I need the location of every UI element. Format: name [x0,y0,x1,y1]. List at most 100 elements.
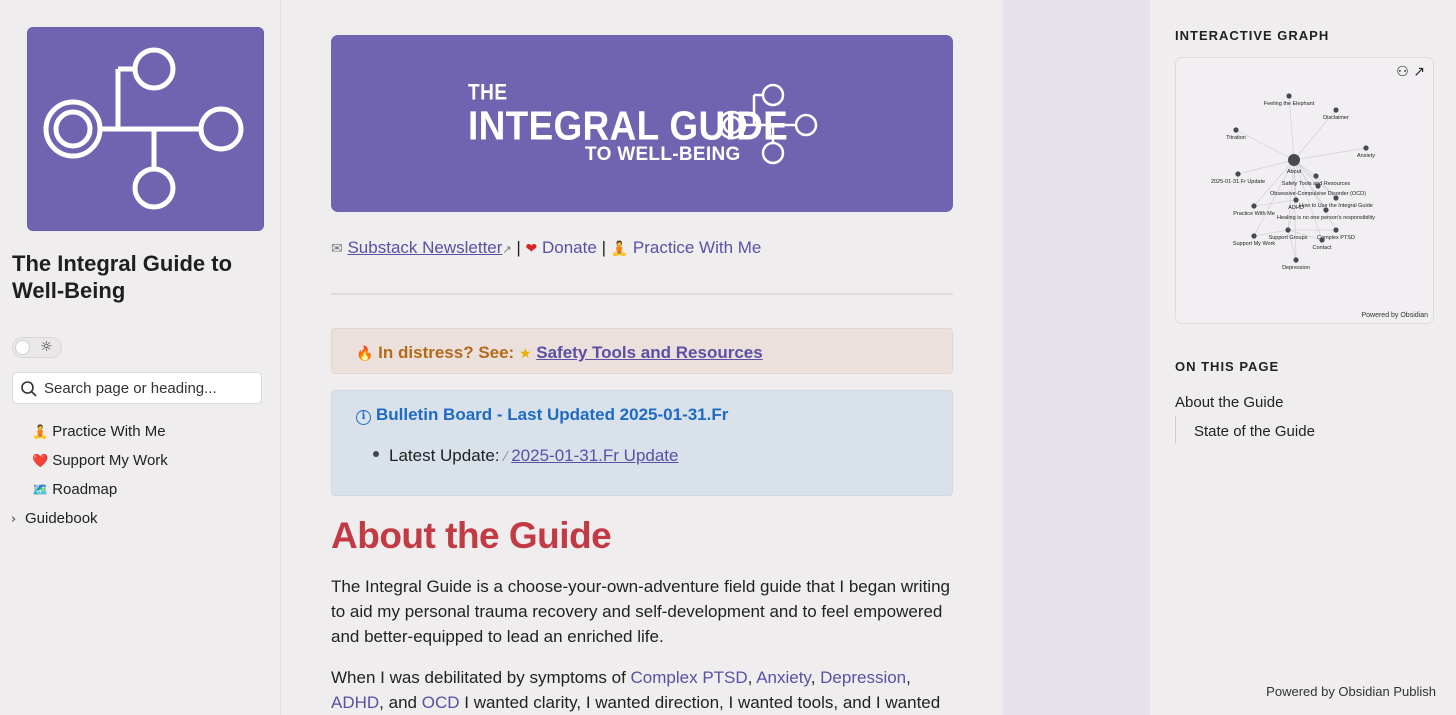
folder-label: Guidebook [25,510,98,527]
adhd-link[interactable]: ADHD [331,693,379,712]
sidebar-item-support[interactable]: ❤️ Support My Work [32,452,168,469]
newsletter-link[interactable]: Substack Newsletter [347,238,502,257]
bullet [373,451,379,457]
meditation-icon: 🧘 [32,425,49,440]
text: and [388,693,417,712]
depression-link[interactable]: Depression [820,668,906,687]
search-icon [21,381,37,397]
graph-label: INTERACTIVE GRAPH [1175,28,1330,43]
graph-node-label: How to Use the Integral Guide [1299,203,1373,209]
envelope-icon: ✉ [331,241,343,257]
powered-by-footer[interactable]: Powered by Obsidian Publish [1266,684,1436,699]
sidebar-item-practice[interactable]: 🧘 Practice With Me [32,423,166,440]
interactive-graph[interactable]: Feeling the Elephant Disclaimer Titration A… [1175,57,1434,324]
flame-icon: 🔥 [356,346,374,362]
page-heading: About the Guide [331,515,612,556]
pin-icon: ⁄ [504,450,507,465]
external-link-icon: ↗ [502,243,512,256]
anxiety-link[interactable]: Anxiety [756,668,811,687]
star-icon: ★ [518,346,532,362]
expand-icon[interactable]: ↗ [1413,64,1425,80]
donate-link[interactable]: Donate [542,238,597,257]
paragraph: The Integral Guide is a choose-your-own-… [331,577,950,646]
text: I wanted clarity, I wanted direction, I … [464,693,941,712]
graph-node-label: Depression [1282,265,1310,271]
graph-node[interactable] [1313,173,1319,179]
graph-node-label: About [1287,169,1302,175]
graph-powered: Powered by Obsidian [1361,312,1428,319]
ocd-link[interactable]: OCD [422,693,460,712]
sidebar-item-roadmap[interactable]: 🗺️ Roadmap [32,481,117,498]
graph-node[interactable] [1251,203,1257,209]
quick-links: ✉ Substack Newsletter↗ | ❤ Donate | 🧘 Pr… [331,238,761,258]
graph-node-label: Obsessive-Compulsive Disorder (OCD) [1270,191,1366,197]
graph-node-label: Healing is no one person's responsibilit… [1277,215,1375,221]
search-placeholder: Search page or heading... [44,380,217,397]
graph-node-label: Disclaimer [1323,115,1349,121]
graph-canvas[interactable]: Feeling the Elephant Disclaimer Titration A… [1176,58,1435,325]
graph-controls: ⚇ ↗ [1396,64,1425,80]
main-content: THE INTEGRAL GUIDE TO WELL-BEING ✉ Subst… [281,0,1003,715]
callout-prefix: In distress? See: [378,343,515,362]
graph-node[interactable] [1251,233,1257,239]
banner-image: THE INTEGRAL GUIDE TO WELL-BEING [331,35,953,212]
gutter [1003,0,1150,715]
text: When I was debilitated by symptoms of [331,668,626,687]
graph-node-label: Practice With Me [1233,211,1275,217]
right-panel: INTERACTIVE GRAPH Feeling the Elephant Di… [1150,0,1456,715]
graph-node[interactable] [1293,257,1299,263]
search-input[interactable]: Search page or heading... [12,372,262,404]
cptsd-link[interactable]: Complex PTSD [631,668,748,687]
distress-callout: 🔥 In distress? See: ★ Safety Tools and R… [331,328,953,374]
graph-node[interactable] [1233,127,1239,133]
banner-logo-icon [717,83,818,165]
graph-node-label: 2025-01-31.Fr Update [1211,179,1265,185]
divider [331,293,953,295]
graph-node[interactable] [1333,227,1339,233]
logo-icon [43,47,244,210]
toc-item-state[interactable]: State of the Guide [1175,416,1315,444]
practice-link[interactable]: Practice With Me [633,238,761,257]
graph-node[interactable] [1333,107,1339,113]
theme-toggle[interactable]: ☼ [12,337,62,358]
heart-icon: ❤️ [32,454,49,469]
info-icon: i [356,410,371,425]
bulletin-callout: i Bulletin Board - Last Updated 2025-01-3… [331,390,953,496]
graph-node[interactable] [1286,93,1292,99]
graph-edge [1237,159,1295,175]
graph-node[interactable] [1333,195,1339,201]
graph-node[interactable] [1285,227,1291,233]
graph-node[interactable] [1323,207,1329,213]
sidebar-folder-guidebook[interactable]: › Guidebook [11,510,98,527]
graph-node-label: Feeling the Elephant [1264,101,1315,107]
sidebar-item-label: Support My Work [52,452,168,469]
site-title[interactable]: The Integral Guide to Well-Being [12,250,262,304]
graph-node[interactable] [1315,183,1321,189]
list-item: Latest Update: ⁄ 2025-01-31.Fr Update [373,446,679,466]
site-logo[interactable] [27,27,264,231]
left-sidebar: The Integral Guide to Well-Being ☼ Searc… [0,0,281,715]
heart-icon: ❤ [525,241,538,257]
graph-node[interactable] [1293,197,1299,203]
map-icon: 🗺️ [32,483,49,498]
graph-settings-icon[interactable]: ⚇ [1396,64,1409,80]
sidebar-item-label: Practice With Me [52,423,166,440]
graph-node-label: Contact [1313,245,1332,251]
separator: | [516,238,521,257]
chevron-right-icon: › [11,512,17,527]
graph-node[interactable] [1288,154,1300,166]
graph-node-label: Support My Work [1233,241,1276,247]
update-link[interactable]: 2025-01-31.Fr Update [511,446,678,465]
toggle-knob [15,340,30,355]
meditation-icon: 🧘 [610,241,629,257]
graph-edge [1293,147,1367,161]
separator: | [601,238,606,257]
sun-icon: ☼ [40,339,53,355]
graph-node[interactable] [1235,171,1241,177]
graph-node[interactable] [1319,237,1325,243]
safety-tools-link[interactable]: Safety Tools and Resources [536,343,762,362]
graph-node[interactable] [1363,145,1369,151]
graph-node-label: Anxiety [1357,153,1375,159]
toc-item-about[interactable]: About the Guide [1175,394,1283,411]
sidebar-item-label: Roadmap [52,481,118,498]
